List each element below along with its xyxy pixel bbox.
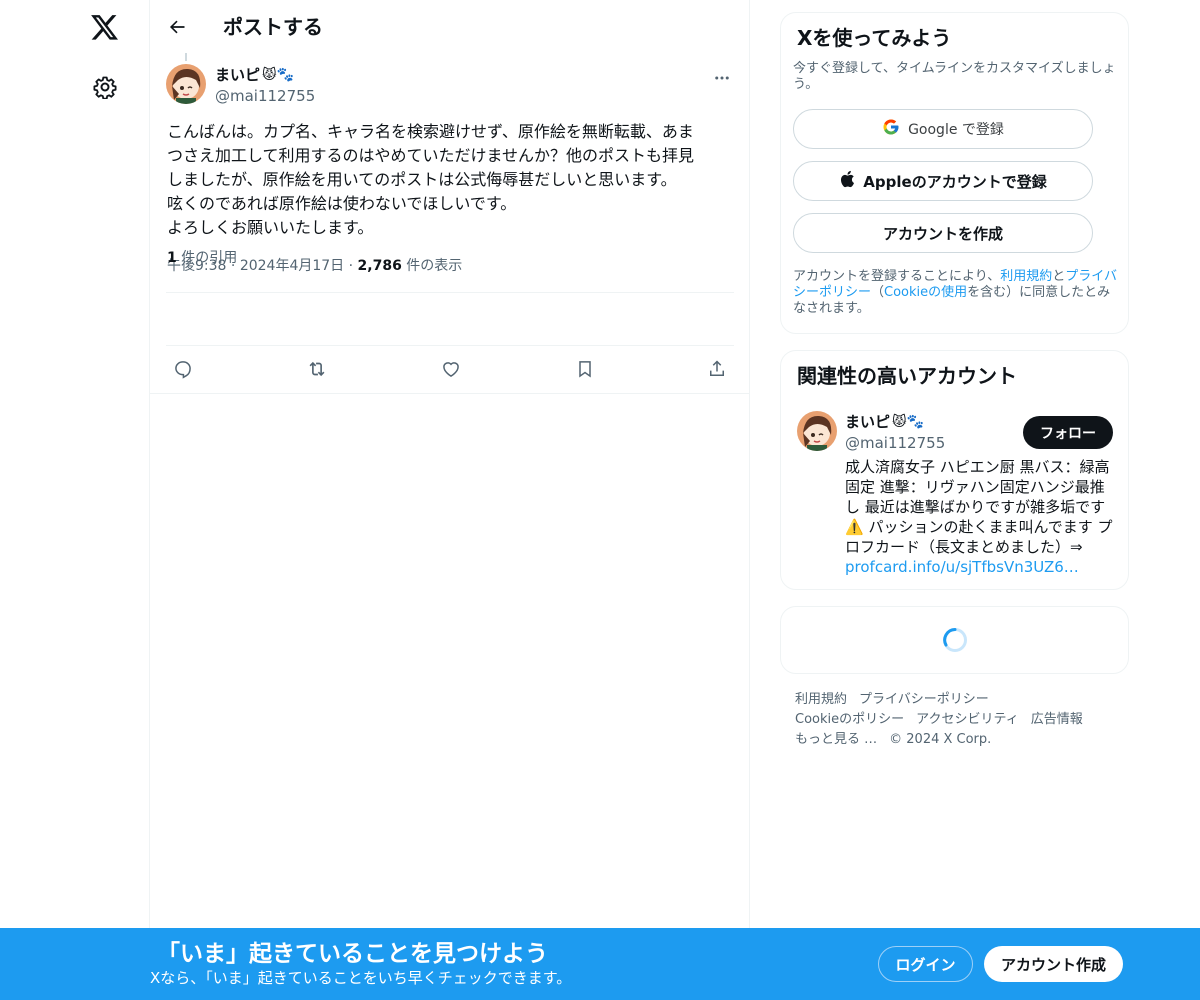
signup-button[interactable]: アカウント作成 bbox=[984, 946, 1123, 982]
reply-icon[interactable] bbox=[166, 352, 200, 386]
page-title: ポストする bbox=[223, 15, 323, 39]
repost-icon[interactable] bbox=[300, 352, 334, 386]
main-column: ポストする まいピ 😾🐾 @mai112755 こんばんは。カプ名、キャラ名を検… bbox=[149, 0, 750, 1000]
avatar[interactable] bbox=[797, 411, 837, 451]
account-handle[interactable]: @mai112755 bbox=[845, 433, 945, 453]
bottom-bar-subtitle: Xなら、「いま」起きていることをいち早くチェックできます。 bbox=[150, 969, 572, 987]
terms-prefix: アカウントを登録することにより、 bbox=[793, 269, 1001, 284]
footer-link-privacy[interactable]: プライバシーポリシー bbox=[859, 690, 989, 710]
terms-link[interactable]: 利用規約 bbox=[1000, 269, 1052, 284]
relevant-accounts-title: 関連性の高いアカウント bbox=[797, 364, 1017, 388]
terms-paren: （ bbox=[871, 285, 885, 300]
views-count: 2,786 bbox=[357, 258, 402, 274]
loading-spinner-icon bbox=[942, 627, 968, 653]
bottom-signup-bar: 「いま」起きていることを見つけよう Xなら、「いま」起きていることをいち早くチェ… bbox=[0, 928, 1200, 1000]
author-emojis: 😾🐾 bbox=[262, 67, 295, 83]
divider bbox=[150, 393, 749, 394]
x-logo-icon[interactable] bbox=[80, 3, 130, 53]
account-name-text: まいピ bbox=[845, 413, 891, 431]
footer-copyright: © 2024 X Corp. bbox=[889, 732, 992, 747]
terms-text: アカウントを登録することにより、利用規約とプライバシーポリシー（Cookieの使… bbox=[793, 269, 1123, 317]
account-emojis: 😾🐾 bbox=[892, 414, 925, 430]
footer-link-ads[interactable]: 広告情報 bbox=[1031, 710, 1083, 730]
more-dots-icon[interactable] bbox=[710, 66, 734, 90]
post-handle[interactable]: @mai112755 bbox=[215, 86, 315, 106]
share-icon[interactable] bbox=[700, 352, 734, 386]
account-bio: 成人済腐女子 ハピエン厨 黒バス：緑高固定 進撃：リヴァハン固定ハンジ最推し 最… bbox=[845, 457, 1115, 577]
footer-link-more[interactable]: もっと見る … bbox=[795, 730, 877, 750]
arrow-left-icon[interactable] bbox=[160, 10, 194, 44]
footer-links: 利用規約 プライバシーポリシー Cookieのポリシー アクセシビリティ 広告情… bbox=[795, 690, 1125, 750]
google-signup-button[interactable]: Google で登録 bbox=[793, 109, 1093, 149]
signup-title: Xを使ってみよう bbox=[797, 26, 952, 50]
heart-icon[interactable] bbox=[434, 352, 468, 386]
thread-line bbox=[185, 53, 187, 61]
quotes-count: 1 bbox=[167, 250, 177, 266]
bottom-bar-title: 「いま」起きていることを見つけよう bbox=[157, 941, 548, 967]
post-actions bbox=[166, 352, 734, 392]
create-account-button[interactable]: アカウントを作成 bbox=[793, 213, 1093, 253]
views-label: 件の表示 bbox=[406, 258, 463, 274]
post-author-name[interactable]: まいピ 😾🐾 bbox=[215, 64, 294, 86]
gear-icon[interactable] bbox=[80, 62, 130, 112]
left-nav bbox=[0, 0, 150, 1000]
relevant-accounts-card: 関連性の高いアカウント まいピ 😾🐾 @mai112755 フォロー 成人済腐女… bbox=[780, 350, 1129, 590]
apple-icon bbox=[839, 170, 855, 192]
footer-link-terms[interactable]: 利用規約 bbox=[795, 690, 847, 710]
google-icon bbox=[882, 118, 900, 140]
meta-separator: · bbox=[348, 258, 358, 274]
account-bio-text: 成人済腐女子 ハピエン厨 黒バス：緑高固定 進撃：リヴァハン固定ハンジ最推し 最… bbox=[845, 458, 1113, 556]
signup-subtitle: 今すぐ登録して、タイムラインをカスタマイズしましょう。 bbox=[793, 61, 1116, 92]
footer-link-cookie[interactable]: Cookieのポリシー bbox=[795, 710, 904, 730]
follow-button[interactable]: フォロー bbox=[1023, 416, 1113, 449]
quotes-link[interactable]: 1 件の引用 bbox=[167, 248, 237, 268]
post-text: こんばんは。カプ名、キャラ名を検索避けせず、原作絵を無断転載、あま つさえ加工し… bbox=[167, 122, 695, 237]
divider bbox=[166, 292, 734, 293]
top-header: ポストする bbox=[150, 0, 749, 54]
quotes-label: 件の引用 bbox=[181, 250, 238, 266]
google-signup-label: Google で登録 bbox=[908, 122, 1004, 138]
cookie-link[interactable]: Cookieの使用 bbox=[884, 285, 967, 300]
apple-signup-button[interactable]: Appleのアカウントで登録 bbox=[793, 161, 1093, 201]
signup-card: Xを使ってみよう 今すぐ登録して、タイムラインをカスタマイズしましょう。 Goo… bbox=[780, 12, 1129, 334]
terms-and: と bbox=[1052, 269, 1066, 284]
divider bbox=[166, 345, 734, 346]
login-button[interactable]: ログイン bbox=[878, 946, 973, 982]
apple-signup-label: Appleのアカウントで登録 bbox=[863, 172, 1047, 191]
create-account-label: アカウントを作成 bbox=[882, 224, 1003, 243]
bookmark-icon[interactable] bbox=[568, 352, 602, 386]
loading-card bbox=[780, 606, 1129, 674]
author-name-text: まいピ bbox=[215, 66, 261, 84]
account-name[interactable]: まいピ 😾🐾 bbox=[845, 411, 924, 433]
bio-link[interactable]: profcard.info/u/sjTfbsVn3UZ6… bbox=[845, 558, 1079, 576]
post-date[interactable]: 2024年4月17日 bbox=[240, 258, 344, 274]
avatar[interactable] bbox=[166, 64, 206, 104]
footer-link-accessibility[interactable]: アクセシビリティ bbox=[916, 710, 1019, 730]
